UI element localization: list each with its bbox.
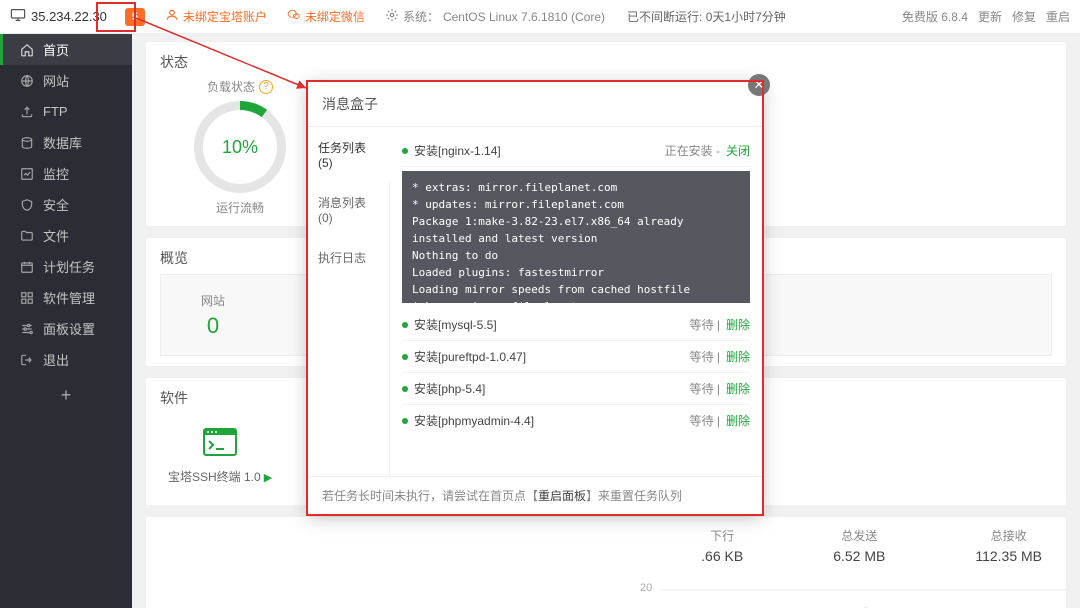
sliders-icon — [20, 322, 34, 336]
host-ip: 35.234.22.30 — [10, 9, 107, 24]
task-row: 安装[php-5.4] 等待 | 删除 — [402, 373, 750, 405]
version-text: 免费版 6.8.4 — [902, 8, 968, 25]
log-line: * updates: mirror.fileplanet.com — [412, 196, 740, 213]
sidebar-item-settings[interactable]: 面板设置 — [0, 313, 132, 344]
logout-icon — [20, 353, 34, 367]
task-name-text: 安装[mysql-5.5] — [414, 316, 497, 333]
task-action-link[interactable]: 删除 — [726, 380, 750, 397]
task-action-link[interactable]: 删除 — [726, 348, 750, 365]
top-bar: 35.234.22.30 5 未绑定宝塔账户 未绑定微信 系统： CentOS … — [0, 0, 1080, 34]
sidebar-item-ftp[interactable]: FTP — [0, 96, 132, 127]
task-action-link[interactable]: 关闭 — [726, 142, 750, 159]
traffic-down: 下行.66 KB — [701, 527, 743, 564]
folder-icon — [20, 229, 34, 243]
sidebar-item-site[interactable]: 网站 — [0, 65, 132, 96]
sidebar-add[interactable]: + — [0, 385, 132, 406]
modal-tab-messages[interactable]: 消息列表(0) — [308, 182, 389, 237]
install-log[interactable]: * extras: mirror.fileplanet.com* updates… — [402, 171, 750, 303]
task-row: 安装[mysql-5.5] 等待 | 删除 — [402, 309, 750, 341]
gear-icon — [385, 8, 399, 25]
software-item-ssh[interactable]: 宝塔SSH终端 1.0▶ — [168, 424, 272, 485]
restart-link[interactable]: 重启 — [1046, 8, 1070, 25]
bind-account-link[interactable]: 未绑定宝塔账户 — [165, 8, 267, 25]
task-action-link[interactable]: 删除 — [726, 412, 750, 429]
traffic-recv: 总接收112.35 MB — [975, 527, 1042, 564]
sidebar-item-security[interactable]: 安全 — [0, 189, 132, 220]
status-dot-icon — [402, 418, 408, 424]
bind-wechat-link[interactable]: 未绑定微信 — [287, 8, 365, 25]
help-icon[interactable]: ? — [259, 80, 273, 94]
log-line: Nothing to do — [412, 247, 740, 264]
task-row: 安装[phpmyadmin-4.4] 等待 | 删除 — [402, 405, 750, 436]
task-row: 安装[nginx-1.14] 正在安装 - 关闭 — [402, 135, 750, 167]
status-dot-icon — [402, 354, 408, 360]
uptime-text: 已不间断运行: 0天1小时7分钟 — [627, 8, 786, 25]
task-status: 等待 | — [690, 380, 720, 397]
modal-tab-tasks[interactable]: 任务列表(5) — [308, 127, 390, 182]
overview-site[interactable]: 网站 0 — [201, 292, 225, 339]
home-icon — [20, 43, 34, 57]
status-dot-icon — [402, 322, 408, 328]
log-line: Loading mirror speeds from cached hostfi… — [412, 281, 740, 298]
wechat-icon — [287, 8, 301, 25]
task-name-text: 安装[nginx-1.14] — [414, 142, 501, 159]
sidebar-item-files[interactable]: 文件 — [0, 220, 132, 251]
traffic-chart: 20 15 — [160, 570, 1052, 608]
user-icon — [165, 8, 179, 25]
sidebar-item-database[interactable]: 数据库 — [0, 127, 132, 158]
message-modal: 消息盒子 ✕ 任务列表(5) 消息列表(0) 执行日志 安装[nginx-1.1… — [308, 82, 762, 514]
status-dot-icon — [402, 386, 408, 392]
status-dot-icon — [402, 148, 408, 154]
chart-icon — [20, 167, 34, 181]
shield-icon — [20, 198, 34, 212]
calendar-icon — [20, 260, 34, 274]
modal-close-button[interactable]: ✕ — [748, 74, 770, 96]
message-count-badge[interactable]: 5 — [125, 8, 145, 26]
task-status: 正在安装 - — [665, 142, 720, 159]
top-right-links: 免费版 6.8.4 更新 修复 重启 — [902, 8, 1070, 25]
log-line: * extras: mirror.fileplanet.com — [412, 179, 740, 196]
task-name-text: 安装[pureftpd-1.0.47] — [414, 348, 526, 365]
system-info: 系统： CentOS Linux 7.6.1810 (Core) — [385, 8, 605, 25]
terminal-icon — [200, 424, 240, 460]
traffic-panel: 下行.66 KB 总发送6.52 MB 总接收112.35 MB 20 15 — [146, 517, 1066, 608]
task-name-text: 安装[php-5.4] — [414, 380, 485, 397]
sidebar-item-home[interactable]: 首页 — [0, 34, 132, 65]
task-status: 等待 | — [690, 316, 720, 333]
ip-text: 35.234.22.30 — [31, 9, 107, 24]
sidebar-item-logout[interactable]: 退出 — [0, 344, 132, 375]
status-title: 状态 — [160, 52, 1052, 72]
sidebar: 首页 网站 FTP 数据库 监控 安全 文件 计划任务 软件管理 面板设置 退出… — [0, 0, 132, 608]
globe-icon — [20, 74, 34, 88]
modal-footer: 若任务长时间未执行，请尝试在首页点【重启面板】来重置任务队列 — [308, 476, 762, 514]
repair-link[interactable]: 修复 — [1012, 8, 1036, 25]
log-line: Package 1:make-3.82-23.el7.x86_64 alread… — [412, 213, 740, 247]
task-action-link[interactable]: 删除 — [726, 316, 750, 333]
task-status: 等待 | — [690, 412, 720, 429]
sidebar-item-cron[interactable]: 计划任务 — [0, 251, 132, 282]
task-name-text: 安装[phpmyadmin-4.4] — [414, 412, 534, 429]
log-line: * base: mirror.fileplanet.com — [412, 298, 740, 303]
gauge-circle: 10% — [194, 101, 286, 193]
monitor-icon — [10, 9, 26, 24]
load-gauge: 负载状态? 10% 运行流畅 — [160, 78, 320, 216]
modal-tab-log[interactable]: 执行日志 — [308, 237, 389, 278]
modal-content: 安装[nginx-1.14] 正在安装 - 关闭 * extras: mirror.… — [390, 127, 762, 476]
sidebar-item-monitor[interactable]: 监控 — [0, 158, 132, 189]
log-line: Loaded plugins: fastestmirror — [412, 264, 740, 281]
modal-header: 消息盒子 ✕ — [308, 82, 762, 127]
message-badge-box[interactable]: 5 — [125, 8, 145, 26]
modal-tabs: 任务列表(5) 消息列表(0) 执行日志 — [308, 127, 390, 476]
task-row: 安装[pureftpd-1.0.47] 等待 | 删除 — [402, 341, 750, 373]
ftp-icon — [20, 105, 34, 119]
traffic-sent: 总发送6.52 MB — [833, 527, 885, 564]
update-link[interactable]: 更新 — [978, 8, 1002, 25]
sidebar-item-software[interactable]: 软件管理 — [0, 282, 132, 313]
grid-icon — [20, 291, 34, 305]
task-status: 等待 | — [690, 348, 720, 365]
database-icon — [20, 136, 34, 150]
